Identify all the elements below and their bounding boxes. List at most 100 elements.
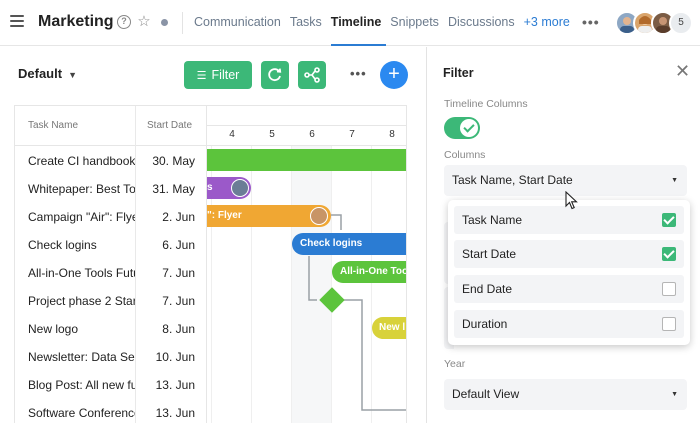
task-start-date: 30. May (152, 154, 195, 168)
gantt-bar-whitepaper[interactable]: s (207, 177, 251, 199)
chevron-down-icon: ▼ (68, 70, 77, 80)
gantt-bar-label: ": Flyer (207, 210, 242, 221)
add-task-button[interactable]: + (380, 61, 408, 89)
filter-button[interactable]: ☰ Filter (184, 61, 252, 89)
table-row[interactable]: Blog Post: All new fu 13. Jun (15, 371, 208, 399)
tab-bar: Communication Tasks Timeline Snippets Di… (194, 0, 579, 46)
table-row[interactable]: Check logins 6. Jun (15, 231, 208, 259)
tab-discussions[interactable]: Discussions (448, 0, 520, 46)
timeline-columns-toggle[interactable] (444, 117, 480, 139)
table-row[interactable]: New logo 8. Jun (15, 315, 208, 343)
task-table-header: Task Name Start Date (15, 106, 208, 146)
task-name: Create CI handbook (28, 154, 135, 168)
avatar (231, 179, 249, 197)
checkbox-unchecked[interactable] (662, 282, 676, 296)
share-icon (304, 67, 320, 83)
table-row[interactable]: Project phase 2 Star 7. Jun (15, 287, 208, 315)
task-name: Project phase 2 Star (28, 294, 135, 308)
gantt-bar-label: Check logins (300, 238, 363, 249)
column-header-start-date[interactable]: Start Date (147, 120, 192, 131)
close-icon[interactable]: ✕ (675, 61, 690, 82)
task-start-date: 8. Jun (162, 322, 195, 336)
column-header-task-name[interactable]: Task Name (28, 120, 78, 131)
member-count-badge[interactable]: 5 (669, 11, 693, 35)
tab-communication[interactable]: Communication (194, 0, 286, 46)
tab-timeline[interactable]: Timeline (330, 0, 387, 46)
more-tabs-link[interactable]: +3 more (524, 0, 575, 46)
dropdown-arrow-icon: ▼ (671, 391, 678, 398)
checkbox-checked[interactable] (662, 247, 676, 261)
columns-label: Columns (444, 149, 486, 161)
column-option-label: Duration (462, 317, 508, 331)
column-option-label: Task Name (462, 213, 523, 227)
year-select[interactable]: Default View ▼ (444, 379, 687, 410)
mouse-pointer-icon (565, 191, 578, 210)
task-name: Newsletter: Data Sec (28, 350, 135, 364)
header-divider (182, 12, 183, 34)
checkbox-unchecked[interactable] (662, 317, 676, 331)
columns-select-value: Task Name, Start Date (452, 173, 573, 187)
task-start-date: 7. Jun (162, 266, 195, 280)
more-options-icon[interactable]: ••• (582, 14, 600, 30)
tab-snippets[interactable]: Snippets (390, 0, 444, 46)
task-name: Blog Post: All new fu (28, 378, 135, 392)
task-start-date: 13. Jun (155, 406, 195, 420)
dependencies-button[interactable] (298, 61, 326, 89)
task-start-date: 31. May (152, 182, 195, 196)
year-select-value: Default View (452, 387, 520, 401)
filter-button-label: Filter (211, 68, 240, 82)
column-option-end-date[interactable]: End Date (454, 275, 684, 303)
task-start-date: 10. Jun (155, 350, 195, 364)
timeline-columns-label: Timeline Columns (444, 98, 528, 110)
top-header: Marketing ? ☆ Communication Tasks Timeli… (0, 0, 700, 46)
toolbar-more-icon[interactable]: ••• (350, 66, 367, 81)
gantt-bar-label: New l (379, 322, 406, 333)
table-row[interactable]: All-in-One Tools Futu 7. Jun (15, 259, 208, 287)
star-icon[interactable]: ☆ (137, 14, 151, 29)
task-name: Check logins (28, 238, 97, 252)
tab-tasks[interactable]: Tasks (290, 0, 327, 46)
gantt-bar-label: s (207, 182, 213, 193)
table-row[interactable]: Campaign "Air": Flye 2. Jun (15, 203, 208, 231)
table-row[interactable]: Software Conference 13. Jun (15, 399, 208, 423)
toggle-knob (460, 119, 478, 137)
status-dot-icon (161, 19, 168, 26)
columns-dropdown-menu: Task Name Start Date End Date Duration (448, 200, 690, 345)
filter-icon: ☰ (196, 70, 207, 82)
task-name: Campaign "Air": Flye (28, 210, 135, 224)
task-start-date: 6. Jun (162, 238, 195, 252)
menu-icon[interactable] (10, 15, 24, 27)
refresh-button[interactable] (261, 61, 289, 89)
task-name: New logo (28, 322, 79, 336)
column-option-duration[interactable]: Duration (454, 310, 684, 338)
dropdown-arrow-icon: ▼ (671, 177, 678, 184)
task-name: Software Conference (28, 406, 135, 420)
task-start-date: 2. Jun (162, 210, 195, 224)
gantt-bar-new-logo[interactable]: New l (372, 317, 406, 339)
gantt-bar-all-in-one-tools[interactable]: All-in-One Too (332, 261, 407, 283)
table-row[interactable]: Create CI handbook 30. May (15, 147, 208, 175)
table-row[interactable]: Newsletter: Data Sec 10. Jun (15, 343, 208, 371)
task-name: Whitepaper: Best To (28, 182, 135, 196)
table-row[interactable]: Whitepaper: Best To 31. May (15, 175, 208, 203)
column-option-label: End Date (462, 282, 513, 296)
timeline-chart: 4 5 6 7 8 s ": Flyer Check logins All-in… (207, 105, 407, 423)
refresh-icon (268, 68, 282, 82)
workspace-title: Marketing (38, 13, 114, 30)
task-table: Task Name Start Date Create CI handbook 3… (14, 105, 208, 423)
view-selector-label: Default (18, 66, 63, 81)
gantt-bar-label: All-in-One Too (340, 266, 407, 277)
task-start-date: 7. Jun (162, 294, 195, 308)
filter-panel-title: Filter (443, 66, 474, 80)
gantt-bar-check-logins[interactable]: Check logins (292, 233, 406, 255)
column-option-label: Start Date (462, 247, 517, 261)
gantt-bar-create-ci-handbook[interactable] (207, 149, 406, 171)
view-selector[interactable]: Default ▼ (18, 66, 77, 81)
task-start-date: 13. Jun (155, 378, 195, 392)
help-icon[interactable]: ? (117, 15, 131, 29)
checkbox-checked[interactable] (662, 213, 676, 227)
column-option-start-date[interactable]: Start Date (454, 240, 684, 268)
avatar (310, 207, 328, 225)
gantt-bar-campaign-air[interactable]: ": Flyer (207, 205, 331, 227)
year-label: Year (444, 358, 466, 370)
